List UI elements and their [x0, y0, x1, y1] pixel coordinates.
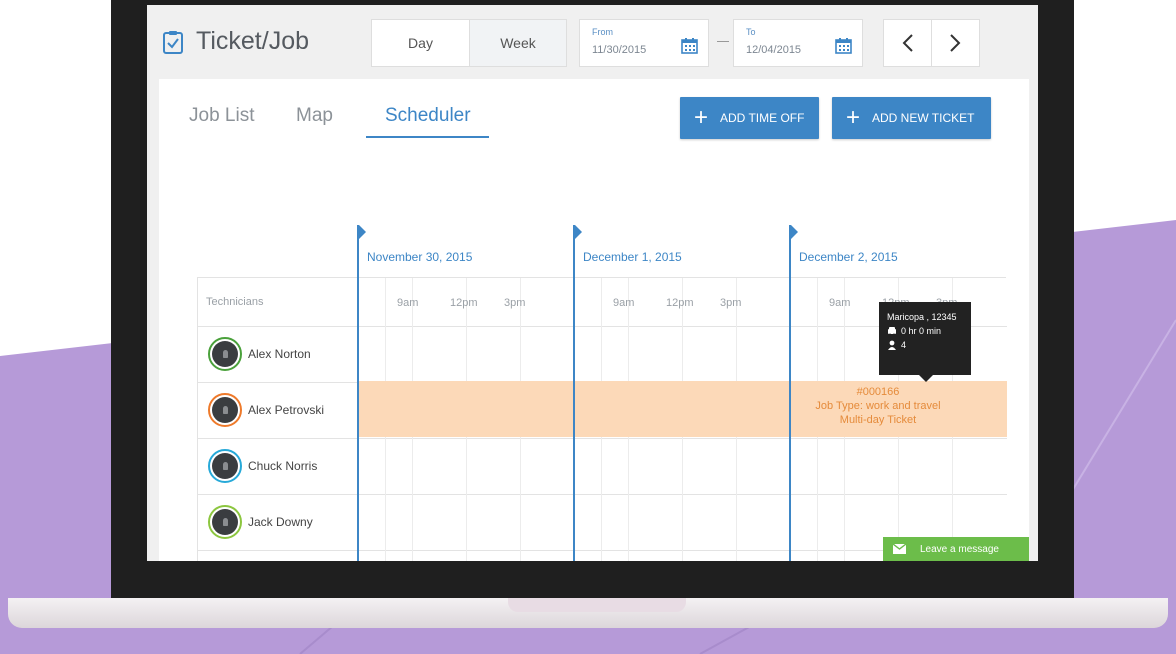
technician-name: Alex Norton [248, 347, 311, 361]
day-label: December 1, 2015 [583, 250, 682, 264]
tooltip-people-row: 4 [887, 338, 963, 352]
day-label: December 2, 2015 [799, 250, 898, 264]
avatar [208, 449, 242, 483]
day-marker-line [573, 225, 575, 561]
tab-map[interactable]: Map [296, 105, 333, 127]
tab-job-list[interactable]: Job List [189, 105, 254, 127]
time-label: 9am [613, 297, 635, 309]
time-label: 12pm [450, 297, 478, 309]
day-label: November 30, 2015 [367, 250, 473, 264]
person-icon [888, 340, 896, 350]
to-label: To [746, 27, 756, 37]
to-date-field[interactable]: To 12/04/2015 [733, 19, 863, 67]
technician-name: Alex Petrovski [248, 403, 325, 417]
job-type: Job Type: work and travel [815, 400, 941, 412]
active-tab-indicator [366, 136, 489, 138]
day-marker-line [789, 225, 791, 561]
calendar-icon[interactable] [681, 37, 698, 54]
chevron-right-icon[interactable] [931, 20, 978, 66]
clipboard-check-icon [163, 30, 183, 54]
time-label: 12pm [666, 297, 694, 309]
add-time-off-label: ADD TIME OFF [720, 111, 805, 125]
date-range-dash [717, 41, 729, 42]
job-details[interactable]: #000166 Job Type: work and travel Multi-… [778, 385, 978, 427]
tab-scheduler[interactable]: Scheduler [385, 105, 471, 127]
time-label: 3pm [720, 297, 742, 309]
tooltip-drive-time: 0 hr 0 min [901, 326, 942, 336]
technician-name: Jack Downy [248, 515, 313, 529]
technician-row[interactable] [198, 550, 358, 561]
page-header: Ticket/Job [162, 27, 309, 56]
add-new-ticket-button[interactable]: + ADD NEW TICKET [832, 97, 991, 139]
plus-icon: + [694, 104, 709, 131]
calendar-icon[interactable] [835, 37, 852, 54]
view-toggle: Day Week [371, 19, 567, 67]
avatar [208, 337, 242, 371]
job-id: #000166 [856, 386, 900, 398]
day-marker-line [357, 225, 359, 561]
avatar [208, 505, 242, 539]
flag-icon [791, 225, 798, 239]
technician-row[interactable]: Alex Norton [198, 326, 358, 382]
tooltip-drive-row: 0 hr 0 min [887, 324, 963, 338]
time-label: 9am [829, 297, 851, 309]
technician-row[interactable]: Alex Petrovski [198, 382, 358, 438]
job-note: Multi-day Ticket [839, 414, 917, 426]
plus-icon: + [846, 104, 861, 131]
app-screen: Ticket/Job Day Week From 11/30/2015 To 1… [147, 5, 1038, 561]
page-title: Ticket/Job [196, 27, 310, 55]
date-navigation [883, 19, 980, 67]
add-new-ticket-label: ADD NEW TICKET [872, 111, 975, 125]
time-label: 3pm [504, 297, 526, 309]
time-label: 9am [397, 297, 419, 309]
from-value: 11/30/2015 [592, 44, 647, 56]
flag-icon [359, 225, 366, 239]
technician-row[interactable]: Chuck Norris [198, 438, 358, 494]
technician-name: Chuck Norris [248, 459, 318, 473]
chevron-left-icon[interactable] [884, 20, 931, 66]
job-tooltip: Maricopa , 12345 0 hr 0 min 4 [879, 302, 971, 382]
avatar [208, 393, 242, 427]
technicians-header: Technicians [206, 296, 264, 308]
leave-message-button[interactable]: Leave a message [883, 537, 1029, 561]
add-time-off-button[interactable]: + ADD TIME OFF [680, 97, 819, 139]
from-date-field[interactable]: From 11/30/2015 [579, 19, 709, 67]
leave-message-label: Leave a message [920, 543, 999, 555]
technician-row[interactable]: Jack Downy [198, 494, 358, 550]
tooltip-people: 4 [901, 340, 907, 350]
laptop-notch [508, 598, 686, 612]
mail-icon [893, 544, 906, 554]
from-label: From [592, 27, 613, 37]
day-button[interactable]: Day [372, 20, 469, 66]
to-value: 12/04/2015 [746, 44, 802, 56]
car-icon [888, 327, 896, 336]
week-button[interactable]: Week [469, 20, 566, 66]
tooltip-location: Maricopa , 12345 [887, 312, 957, 322]
flag-icon [575, 225, 582, 239]
